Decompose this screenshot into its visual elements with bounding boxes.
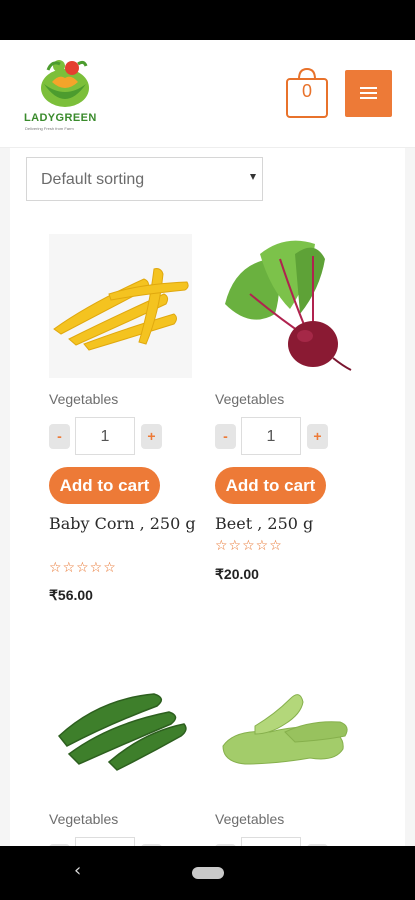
product-card: Vegetables - 1 + Add to cart Baby Corn ,…: [49, 234, 199, 614]
back-icon[interactable]: ‹: [74, 860, 81, 881]
bottle-gourd-image: [215, 654, 358, 798]
brand-name: LADYGREEN: [24, 112, 97, 124]
hamburger-icon: [360, 97, 377, 99]
brand-tagline: Delivering Fresh from Farm: [25, 126, 74, 131]
product-price: ₹56.00: [49, 587, 93, 603]
product-card: Vegetables - 1 + Add to cart Beet , 250 …: [215, 234, 365, 594]
system-nav-bar: ‹: [0, 846, 415, 900]
quantity-input[interactable]: 1: [75, 417, 135, 455]
add-to-cart-button[interactable]: Add to cart: [49, 467, 160, 504]
product-card: Vegetables - 1 +: [49, 654, 199, 846]
quantity-stepper: - 1 +: [49, 837, 199, 846]
beet-image: [215, 234, 358, 378]
product-price: ₹20.00: [215, 566, 259, 582]
baby-corn-image: [49, 234, 192, 378]
product-category: Vegetables: [49, 391, 119, 407]
quantity-plus-button[interactable]: +: [307, 424, 328, 449]
product-category: Vegetables: [215, 391, 285, 407]
quantity-stepper: - 1 +: [215, 837, 365, 846]
menu-button[interactable]: [345, 70, 392, 117]
product-image-beet[interactable]: [215, 234, 358, 378]
quantity-stepper: - 1 +: [49, 417, 199, 455]
hamburger-icon: [360, 87, 377, 89]
rating-stars: ☆☆☆☆☆: [215, 538, 283, 554]
product-image-bottle-gourd[interactable]: [215, 654, 358, 798]
rating-stars: ☆☆☆☆☆: [49, 560, 117, 576]
site-header: LADYGREEN Delivering Fresh from Farm 0: [0, 40, 415, 148]
status-bar: [0, 0, 415, 40]
home-pill-icon[interactable]: [192, 867, 224, 879]
cart-count: 0: [301, 81, 312, 101]
quantity-minus-button[interactable]: -: [49, 424, 70, 449]
quantity-input[interactable]: 1: [241, 417, 301, 455]
bitter-gourd-image: [49, 654, 192, 798]
quantity-input[interactable]: 1: [75, 837, 135, 846]
add-to-cart-button[interactable]: Add to cart: [215, 467, 326, 504]
hamburger-icon: [360, 92, 377, 94]
product-title[interactable]: Baby Corn , 250 g: [49, 512, 199, 536]
quantity-stepper: - 1 +: [215, 417, 365, 455]
product-image-bitter-gourd[interactable]: [49, 654, 192, 798]
product-image-baby-corn[interactable]: [49, 234, 192, 378]
sort-select[interactable]: Default sorting: [26, 157, 263, 201]
dropdown-arrow-icon: [250, 174, 256, 180]
product-category: Vegetables: [49, 811, 119, 827]
product-title[interactable]: Beet , 250 g: [215, 512, 365, 536]
logo-icon: [41, 60, 89, 107]
site-logo[interactable]: LADYGREEN Delivering Fresh from Farm: [22, 54, 108, 134]
product-category: Vegetables: [215, 811, 285, 827]
sort-selected-value: Default sorting: [41, 171, 145, 188]
quantity-plus-button[interactable]: +: [141, 424, 162, 449]
product-card: Vegetables - 1 +: [215, 654, 365, 846]
quantity-minus-button[interactable]: -: [215, 424, 236, 449]
quantity-input[interactable]: 1: [241, 837, 301, 846]
cart-button[interactable]: 0: [286, 67, 328, 119]
